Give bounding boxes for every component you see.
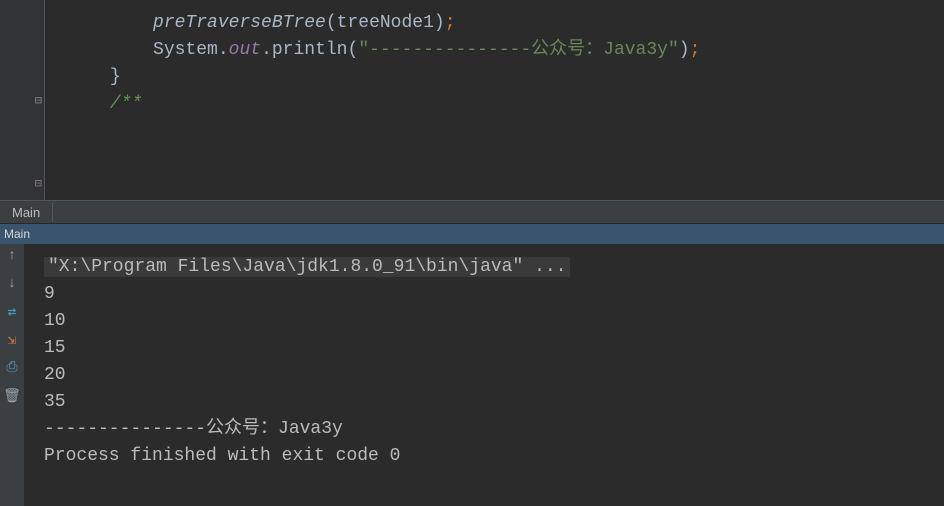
console-output[interactable]: "X:\Program Files\Java\jdk1.8.0_91\bin\j… — [24, 244, 944, 506]
console-line: "X:\Program Files\Java\jdk1.8.0_91\bin\j… — [44, 254, 944, 281]
code-token: } — [110, 67, 121, 87]
code-token: out — [229, 40, 261, 60]
export-icon[interactable]: ⇲ — [4, 332, 20, 348]
code-line: } — [45, 64, 944, 91]
code-token: /** — [110, 94, 142, 114]
editor-pane: ⊟ ⊟ preTraverseBTree(treeNode1); System.… — [0, 0, 944, 200]
console-line: 35 — [44, 389, 944, 416]
code-token: ; — [445, 13, 456, 33]
run-console-pane: ↑ ↓ ⇄ ⇲ ⎙ 🗑 "X:\Program Files\Java\jdk1.… — [0, 244, 944, 506]
scroll-down-icon[interactable]: ↓ — [4, 276, 20, 292]
code-line: preTraverseBTree(treeNode1); — [45, 10, 944, 37]
code-token: . — [261, 40, 272, 60]
console-line: 10 — [44, 308, 944, 335]
console-toolbar: ↑ ↓ ⇄ ⇲ ⎙ 🗑 — [0, 244, 24, 506]
code-token: ( — [348, 40, 359, 60]
code-token: ) — [679, 40, 690, 60]
console-line: 15 — [44, 335, 944, 362]
code-token: System — [153, 40, 218, 60]
console-line: ---------------公众号：Java3y — [44, 416, 944, 443]
code-token: println — [272, 40, 348, 60]
code-token: treeNode1 — [337, 13, 434, 33]
fold-icon[interactable]: ⊟ — [35, 178, 42, 190]
code-line: System.out.println("---------------公众号：J… — [45, 37, 944, 64]
code-area[interactable]: preTraverseBTree(treeNode1); System.out.… — [45, 0, 944, 200]
code-token: . — [218, 40, 229, 60]
code-token: ) — [434, 13, 445, 33]
tab-main[interactable]: Main — [0, 203, 53, 222]
command-line: "X:\Program Files\Java\jdk1.8.0_91\bin\j… — [44, 257, 570, 277]
fold-icon[interactable]: ⊟ — [35, 95, 42, 107]
scroll-up-icon[interactable]: ↑ — [4, 248, 20, 264]
console-line: 20 — [44, 362, 944, 389]
code-line: /** — [45, 91, 944, 118]
print-icon[interactable]: ⎙ — [4, 360, 20, 376]
soft-wrap-icon[interactable]: ⇄ — [4, 304, 20, 320]
code-token: ( — [326, 13, 337, 33]
run-config-name: Main — [4, 227, 30, 241]
console-line: Process finished with exit code 0 — [44, 443, 944, 470]
editor-tab-bar: Main — [0, 200, 944, 224]
code-token: ; — [690, 40, 701, 60]
editor-gutter: ⊟ ⊟ — [0, 0, 45, 200]
trash-icon[interactable]: 🗑 — [4, 388, 20, 404]
code-token: preTraverseBTree — [153, 13, 326, 33]
console-line: 9 — [44, 281, 944, 308]
code-token: "---------------公众号：Java3y" — [358, 40, 678, 60]
run-toolwindow-header[interactable]: Main — [0, 224, 944, 244]
